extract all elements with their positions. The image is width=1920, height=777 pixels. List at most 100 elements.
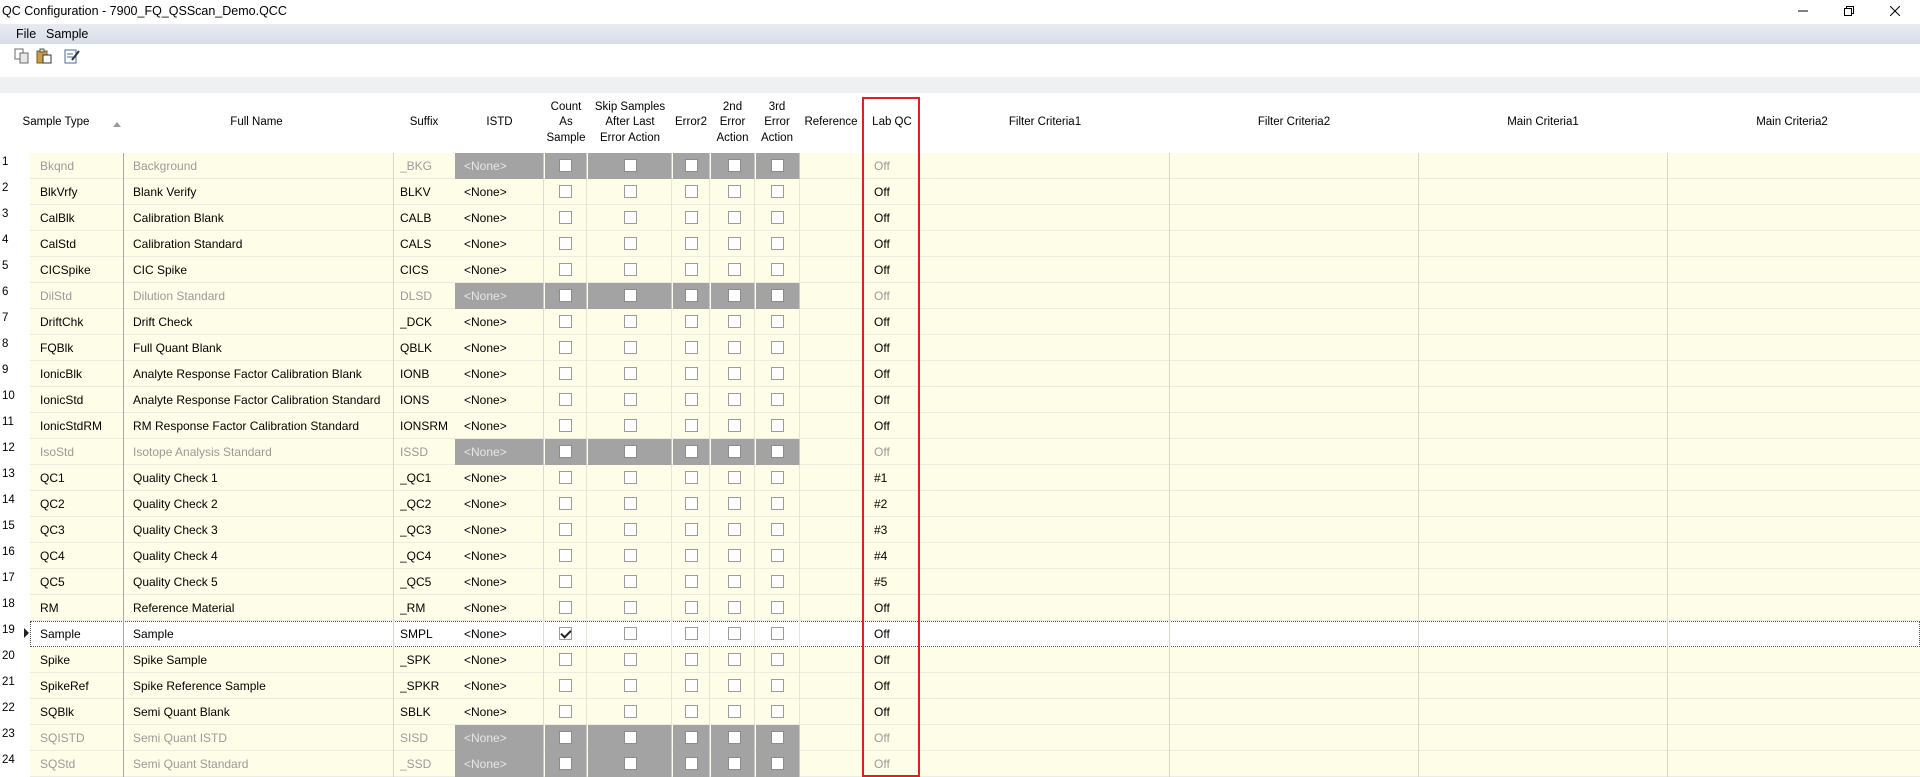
cell-sample-type[interactable]: FQBlk: [40, 335, 120, 361]
3rd-error-action-checkbox[interactable]: [771, 497, 784, 510]
cell-sample-type[interactable]: SQISTD: [40, 725, 120, 751]
3rd-error-action-checkbox[interactable]: [771, 757, 784, 770]
count-as-sample-checkbox[interactable]: [559, 757, 572, 770]
table-row[interactable]: 3 CalBlk Calibration Blank CALB <None> Off: [0, 205, 1920, 231]
error2-checkbox[interactable]: [685, 237, 698, 250]
cell-suffix[interactable]: SMPL: [400, 621, 454, 647]
2nd-error-action-checkbox[interactable]: [728, 471, 741, 484]
col-header-full-name[interactable]: Full Name: [130, 93, 383, 153]
cell-full-name[interactable]: Quality Check 1: [133, 465, 389, 491]
menu-sample[interactable]: Sample: [46, 27, 88, 41]
col-header-istd[interactable]: ISTD: [455, 93, 544, 153]
cell-istd[interactable]: <None>: [455, 751, 544, 777]
table-row[interactable]: 4 CalStd Calibration Standard CALS <None> Off: [0, 231, 1920, 257]
count-as-sample-checkbox[interactable]: [559, 627, 572, 640]
table-row[interactable]: 13 QC1 Quality Check 1 _QC1 <None> #1: [0, 465, 1920, 491]
cell-suffix[interactable]: _SPK: [400, 647, 454, 673]
count-as-sample-checkbox[interactable]: [559, 705, 572, 718]
count-as-sample-checkbox[interactable]: [559, 471, 572, 484]
cell-istd[interactable]: <None>: [455, 335, 544, 361]
count-as-sample-checkbox[interactable]: [559, 289, 572, 302]
cell-full-name[interactable]: Quality Check 5: [133, 569, 389, 595]
cell-istd[interactable]: <None>: [455, 621, 544, 647]
cell-sample-type[interactable]: RM: [40, 595, 120, 621]
3rd-error-action-checkbox[interactable]: [771, 263, 784, 276]
skip-samples-checkbox[interactable]: [624, 549, 637, 562]
2nd-error-action-checkbox[interactable]: [728, 289, 741, 302]
count-as-sample-checkbox[interactable]: [559, 653, 572, 666]
count-as-sample-checkbox[interactable]: [559, 523, 572, 536]
cell-sample-type[interactable]: QC3: [40, 517, 120, 543]
cell-full-name[interactable]: Semi Quant Blank: [133, 699, 389, 725]
error2-checkbox[interactable]: [685, 627, 698, 640]
skip-samples-checkbox[interactable]: [624, 445, 637, 458]
table-row[interactable]: 19 Sample Sample SMPL <None> Off: [0, 621, 1920, 647]
cell-sample-type[interactable]: CalBlk: [40, 205, 120, 231]
3rd-error-action-checkbox[interactable]: [771, 471, 784, 484]
2nd-error-action-checkbox[interactable]: [728, 653, 741, 666]
cell-full-name[interactable]: Analyte Response Factor Calibration Blan…: [133, 361, 389, 387]
2nd-error-action-checkbox[interactable]: [728, 445, 741, 458]
cell-lab-qc[interactable]: Off: [874, 309, 918, 335]
cell-sample-type[interactable]: Bkqnd: [40, 153, 120, 179]
2nd-error-action-checkbox[interactable]: [728, 237, 741, 250]
2nd-error-action-checkbox[interactable]: [728, 523, 741, 536]
cell-lab-qc[interactable]: #5: [874, 569, 918, 595]
count-as-sample-checkbox[interactable]: [559, 367, 572, 380]
2nd-error-action-checkbox[interactable]: [728, 679, 741, 692]
table-row[interactable]: 6 DilStd Dilution Standard DLSD <None> Off: [0, 283, 1920, 309]
2nd-error-action-checkbox[interactable]: [728, 497, 741, 510]
2nd-error-action-checkbox[interactable]: [728, 393, 741, 406]
copy-button[interactable]: [14, 48, 32, 66]
cell-lab-qc[interactable]: #3: [874, 517, 918, 543]
cell-lab-qc[interactable]: #1: [874, 465, 918, 491]
error2-checkbox[interactable]: [685, 367, 698, 380]
count-as-sample-checkbox[interactable]: [559, 315, 572, 328]
col-header-lab-qc[interactable]: Lab QC: [864, 93, 920, 153]
cell-istd[interactable]: <None>: [455, 361, 544, 387]
cell-istd[interactable]: <None>: [455, 413, 544, 439]
count-as-sample-checkbox[interactable]: [559, 159, 572, 172]
skip-samples-checkbox[interactable]: [624, 263, 637, 276]
table-row[interactable]: 7 DriftChk Drift Check _DCK <None> Off: [0, 309, 1920, 335]
count-as-sample-checkbox[interactable]: [559, 445, 572, 458]
cell-full-name[interactable]: Quality Check 4: [133, 543, 389, 569]
error2-checkbox[interactable]: [685, 315, 698, 328]
table-row[interactable]: 24 SQStd Semi Quant Standard _SSD <None> Off: [0, 751, 1920, 777]
skip-samples-checkbox[interactable]: [624, 159, 637, 172]
cell-istd[interactable]: <None>: [455, 647, 544, 673]
table-row[interactable]: 10 IonicStd Analyte Response Factor Calibr…: [0, 387, 1920, 413]
cell-sample-type[interactable]: QC2: [40, 491, 120, 517]
minimize-button[interactable]: [1780, 0, 1826, 22]
error2-checkbox[interactable]: [685, 679, 698, 692]
2nd-error-action-checkbox[interactable]: [728, 211, 741, 224]
error2-checkbox[interactable]: [685, 445, 698, 458]
cell-lab-qc[interactable]: Off: [874, 439, 918, 465]
2nd-error-action-checkbox[interactable]: [728, 731, 741, 744]
cell-suffix[interactable]: _QC4: [400, 543, 454, 569]
table-row[interactable]: 21 SpikeRef Spike Reference Sample _SPKR <No…: [0, 673, 1920, 699]
cell-lab-qc[interactable]: Off: [874, 387, 918, 413]
3rd-error-action-checkbox[interactable]: [771, 575, 784, 588]
cell-full-name[interactable]: Spike Sample: [133, 647, 389, 673]
cell-full-name[interactable]: Calibration Blank: [133, 205, 389, 231]
cell-suffix[interactable]: ISSD: [400, 439, 454, 465]
cell-istd[interactable]: <None>: [455, 205, 544, 231]
error2-checkbox[interactable]: [685, 549, 698, 562]
cell-istd[interactable]: <None>: [455, 153, 544, 179]
cell-suffix[interactable]: CALS: [400, 231, 454, 257]
table-row[interactable]: 14 QC2 Quality Check 2 _QC2 <None> #2: [0, 491, 1920, 517]
cell-istd[interactable]: <None>: [455, 387, 544, 413]
cell-full-name[interactable]: Dilution Standard: [133, 283, 389, 309]
skip-samples-checkbox[interactable]: [624, 471, 637, 484]
skip-samples-checkbox[interactable]: [624, 237, 637, 250]
error2-checkbox[interactable]: [685, 341, 698, 354]
skip-samples-checkbox[interactable]: [624, 653, 637, 666]
skip-samples-checkbox[interactable]: [624, 679, 637, 692]
cell-suffix[interactable]: IONSRM: [400, 413, 454, 439]
skip-samples-checkbox[interactable]: [624, 757, 637, 770]
cell-istd[interactable]: <None>: [455, 517, 544, 543]
2nd-error-action-checkbox[interactable]: [728, 627, 741, 640]
cell-istd[interactable]: <None>: [455, 595, 544, 621]
table-row[interactable]: 18 RM Reference Material _RM <None> Off: [0, 595, 1920, 621]
